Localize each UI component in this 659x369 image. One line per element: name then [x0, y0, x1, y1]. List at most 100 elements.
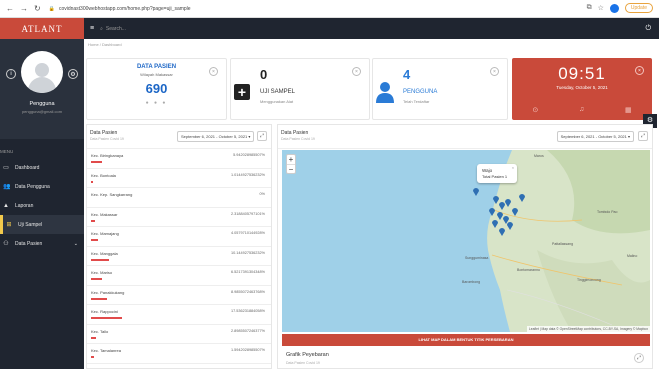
card-data-pasien: DATA PASIEN Wilayah Makassar 690 ● ● ● × — [86, 58, 227, 120]
district-percent: 0% — [259, 192, 266, 196]
card-subtitle: Telah Terdaftar — [403, 99, 430, 104]
district-percent: 1.0144927536232% — [231, 172, 265, 177]
plus-square-icon: ⊞ — [6, 222, 12, 228]
district-percent: 1.5942028985507% — [231, 348, 265, 352]
desktop-icon: ▭ — [3, 165, 9, 171]
district-percent: 17.536231884058% — [231, 309, 265, 313]
lock-icon: 🔒 — [48, 5, 55, 12]
map-label: Barombong — [462, 280, 481, 284]
panel-data-pasien-map: Data Pasien Data Pasien Covid 19 Septemb… — [277, 124, 653, 369]
power-icon[interactable]: ⏻ — [645, 25, 651, 33]
extension-icon[interactable]: ⧉ — [587, 4, 592, 12]
sidebar-item-laporan[interactable]: ▲ Laporan — [0, 196, 84, 215]
district-list: Kec. Biringkanaya 5.942028985507% Kec. Bon… — [87, 149, 271, 364]
district-percent: 5.942028985507% — [233, 153, 265, 157]
profile-panel: i ⚙ Pengguna pengguna@gmail.com — [0, 39, 84, 139]
date-range-dropdown[interactable]: September 6, 2021 - October 5, 2021 ▾ — [177, 131, 255, 142]
close-icon[interactable]: × — [635, 66, 644, 75]
map-markers — [473, 188, 525, 236]
calendar-icon[interactable]: ▦ — [625, 106, 632, 114]
map-label: Sungguminasa — [465, 256, 489, 260]
warning-icon: ▲ — [3, 202, 9, 209]
reload-icon[interactable]: ↻ — [34, 4, 41, 13]
popup-value: Total Pasien 1 — [482, 174, 508, 179]
date-range-dropdown[interactable]: September 6, 2021 - October 5, 2021 ▾ — [556, 131, 634, 142]
card-title: PENGGUNA — [403, 89, 438, 95]
search-input[interactable]: Search... — [106, 26, 126, 32]
district-percent: 6.5217391304348% — [231, 270, 265, 274]
district-name: Kec. Mamajang — [91, 231, 119, 236]
expand-icon[interactable]: ⤢ — [638, 131, 648, 141]
sidebar-item-label: Data Pengguna — [15, 183, 50, 190]
sidebar-item-data-pengguna[interactable]: 👥 Data Pengguna — [0, 177, 84, 196]
progress-bar — [91, 356, 94, 358]
progress-bar — [91, 317, 122, 319]
menu-toggle-icon[interactable]: ≡ — [90, 25, 94, 32]
info-icon[interactable]: i — [6, 69, 16, 79]
district-name: Kec. Rappocini — [91, 309, 118, 314]
expand-icon[interactable]: ⤢ — [634, 353, 644, 363]
list-item: Kec. Mamajang 4.0579710144928% — [87, 227, 271, 247]
district-name: Kec. Tamalanrea — [91, 348, 121, 353]
topbar: ≡ ⌕ Search... ⏻ — [84, 18, 659, 39]
info-icon[interactable]: ⊙ — [532, 106, 538, 114]
list-item: Kec. Panakkukang 8.9855072463768% — [87, 286, 271, 305]
search-icon: ⌕ — [100, 25, 103, 32]
close-icon[interactable]: × — [209, 67, 218, 76]
progress-bar — [91, 258, 109, 261]
close-icon[interactable]: × — [490, 67, 499, 76]
district-name: Kec. Kep. Sangkarrang — [91, 192, 133, 197]
search-box[interactable]: ⌕ Search... — [100, 26, 126, 32]
card-clock: 09:51 Tuesday, October 5, 2021 ⊙ ♫ ▦ × — [512, 58, 652, 120]
list-item: Kec. Mariso 6.5217391304348% — [87, 266, 271, 286]
list-item: Kec. Tallo 2.8985507246377% — [87, 325, 271, 344]
card-subtitle: Wilayah Makassar — [140, 72, 173, 77]
district-name: Kec. Bontoala — [91, 172, 116, 178]
view-map-points-button[interactable]: LIHAT MAP DALAM BENTUK TITIK PERSEBARAN — [282, 334, 650, 346]
star-icon[interactable]: ☆ — [598, 4, 604, 12]
panel-title: Data Pasien — [281, 130, 309, 136]
map-view[interactable]: + − Wajo Total Pasien 1 × Maros Sunggumi… — [282, 150, 650, 332]
brand-logo[interactable]: ATLANT — [0, 18, 84, 39]
forward-icon[interactable]: → — [20, 4, 28, 13]
zoom-control: + − — [286, 154, 296, 174]
sidebar-item-data-pasien[interactable]: ⚇ Data Pasien ⌄ — [0, 234, 84, 253]
district-percent: 2.3188405797101% — [231, 211, 265, 216]
card-value: 690 — [145, 81, 168, 96]
close-icon[interactable]: × — [512, 165, 514, 170]
bell-icon[interactable]: ♫ — [579, 106, 584, 114]
sidebar-item-label: Dashboard — [15, 164, 40, 171]
list-item: Kec. Bontoala 1.0144927536232% — [87, 169, 271, 188]
card-uji-sampel: + 0 UJI SAMPEL Menggunakan Alat × — [230, 58, 370, 120]
progress-bar — [91, 239, 99, 241]
sidebar-item-label: Uji Sampel — [18, 221, 43, 228]
district-name: Kec. Tallo — [91, 328, 109, 334]
progress-bar — [91, 161, 102, 163]
zoom-out-button[interactable]: − — [287, 164, 295, 174]
carousel-dots[interactable]: ● ● ● — [87, 100, 226, 106]
map-attribution[interactable]: Leaflet | Map data © OpenStreetMap contr… — [526, 326, 650, 332]
profile-icon[interactable] — [609, 3, 619, 13]
card-value: 0 — [260, 67, 268, 82]
back-icon[interactable]: ← — [6, 4, 14, 13]
expand-icon[interactable]: ⤢ — [257, 131, 267, 141]
panel-title: Data Pasien — [90, 130, 118, 136]
sidebar-item-dashboard[interactable]: ▭ Dashboard — [0, 158, 84, 177]
progress-bar — [91, 278, 103, 280]
sidebar-item-label: Laporan — [15, 202, 34, 209]
district-percent: 8.9855072463768% — [231, 289, 265, 294]
sidebar-item-uji-sampel[interactable]: ⊞ Uji Sampel — [0, 215, 84, 234]
user-icon — [376, 82, 394, 103]
district-name: Kec. Manggala — [91, 250, 118, 256]
panel-subtitle: Data Pasien Covid 19 — [281, 137, 315, 141]
map-label: Maros — [534, 154, 544, 158]
zoom-in-button[interactable]: + — [287, 155, 295, 164]
settings-circle-icon[interactable]: ⚙ — [68, 69, 78, 79]
card-title: DATA PASIEN — [136, 64, 177, 70]
card-value: 4 — [403, 67, 411, 82]
address-bar[interactable]: covidnast300webhostapp.com/home.php?page… — [59, 6, 191, 12]
close-icon[interactable]: × — [352, 67, 361, 76]
list-item: Kec. Biringkanaya 5.942028985507% — [87, 149, 271, 169]
update-button[interactable]: Update — [624, 3, 653, 13]
list-item: Kec. Kep. Sangkarrang 0% — [87, 188, 271, 208]
